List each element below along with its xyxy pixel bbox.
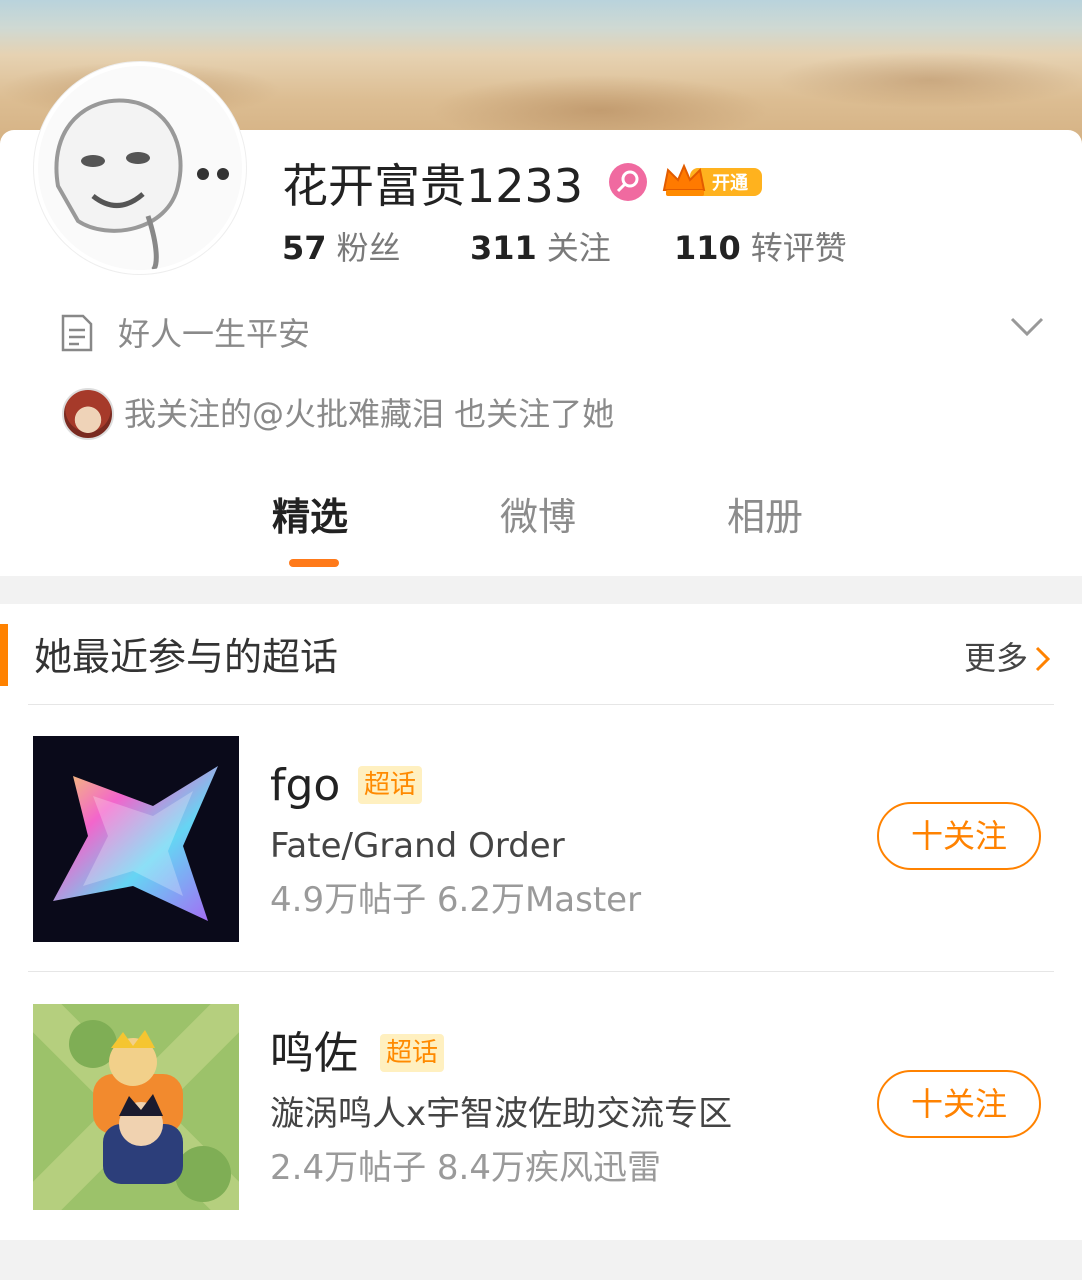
bottom-spacer — [0, 1240, 1082, 1280]
stat-following[interactable]: 311 关注 — [470, 226, 611, 270]
stat-label: 关注 — [546, 229, 611, 267]
tab-featured[interactable]: 精选 — [272, 490, 348, 544]
user-avatar[interactable] — [34, 62, 246, 274]
female-symbol-icon — [608, 162, 648, 206]
topic-name[interactable]: 鸣佐 — [270, 1026, 358, 1082]
stat-value: 110 — [674, 229, 741, 267]
topic-name[interactable]: fgo — [270, 758, 340, 814]
mutual-follow-text: 我关注的@火批难藏泪 也关注了她 — [124, 395, 615, 433]
more-link[interactable]: 更多 — [963, 636, 1051, 680]
username: 花开富贵1233 — [282, 159, 584, 213]
vip-badge-label: 开通 — [712, 173, 748, 194]
document-icon — [60, 314, 94, 356]
bio-row[interactable]: 好人一生平安 — [60, 308, 1050, 358]
naruto-sasuke-image — [33, 1004, 239, 1210]
stat-label: 粉丝 — [336, 229, 401, 267]
topic-thumbnail[interactable] — [33, 1004, 239, 1210]
follow-button[interactable]: 十关注 — [877, 1070, 1041, 1138]
topic-subtitle: 漩涡鸣人x宇智波佐助交流专区 — [270, 1094, 733, 1134]
stat-followers[interactable]: 57 粉丝 — [282, 226, 401, 270]
super-topic-badge: 超话 — [380, 1034, 445, 1072]
chevron-right-icon — [1034, 639, 1051, 677]
topic-stats: 4.9万帖子 6.2万Master — [270, 880, 642, 920]
meme-face-illustration — [38, 66, 242, 270]
section-title: 她最近参与的超话 — [34, 635, 339, 679]
bio-text: 好人一生平安 — [118, 315, 311, 353]
prism-star-image — [33, 736, 239, 942]
stat-label: 转评赞 — [750, 229, 847, 267]
chevron-down-icon[interactable] — [1010, 316, 1044, 342]
active-tab-indicator — [289, 559, 339, 567]
stat-value: 57 — [282, 229, 327, 267]
section-accent-bar — [0, 624, 8, 686]
tab-weibo[interactable]: 微博 — [500, 490, 576, 544]
tab-album[interactable]: 相册 — [727, 490, 803, 544]
mutual-user-avatar[interactable] — [62, 388, 114, 440]
more-label: 更多 — [963, 639, 1028, 677]
super-topics-section: 她最近参与的超话 更多 fgo 超话 Fate/Grand Order 4.9万… — [0, 604, 1082, 1240]
stat-reposts-comments-likes[interactable]: 110 转评赞 — [674, 226, 847, 270]
vip-open-badge[interactable]: 开通 — [660, 160, 766, 206]
stat-value: 311 — [470, 229, 537, 267]
divider — [28, 971, 1054, 972]
follow-button[interactable]: 十关注 — [877, 802, 1041, 870]
topic-subtitle: Fate/Grand Order — [270, 826, 565, 866]
topic-thumbnail[interactable] — [33, 736, 239, 942]
divider — [28, 704, 1054, 705]
super-topic-badge: 超话 — [358, 766, 423, 804]
topic-stats: 2.4万帖子 8.4万疾风迅雷 — [270, 1148, 661, 1188]
